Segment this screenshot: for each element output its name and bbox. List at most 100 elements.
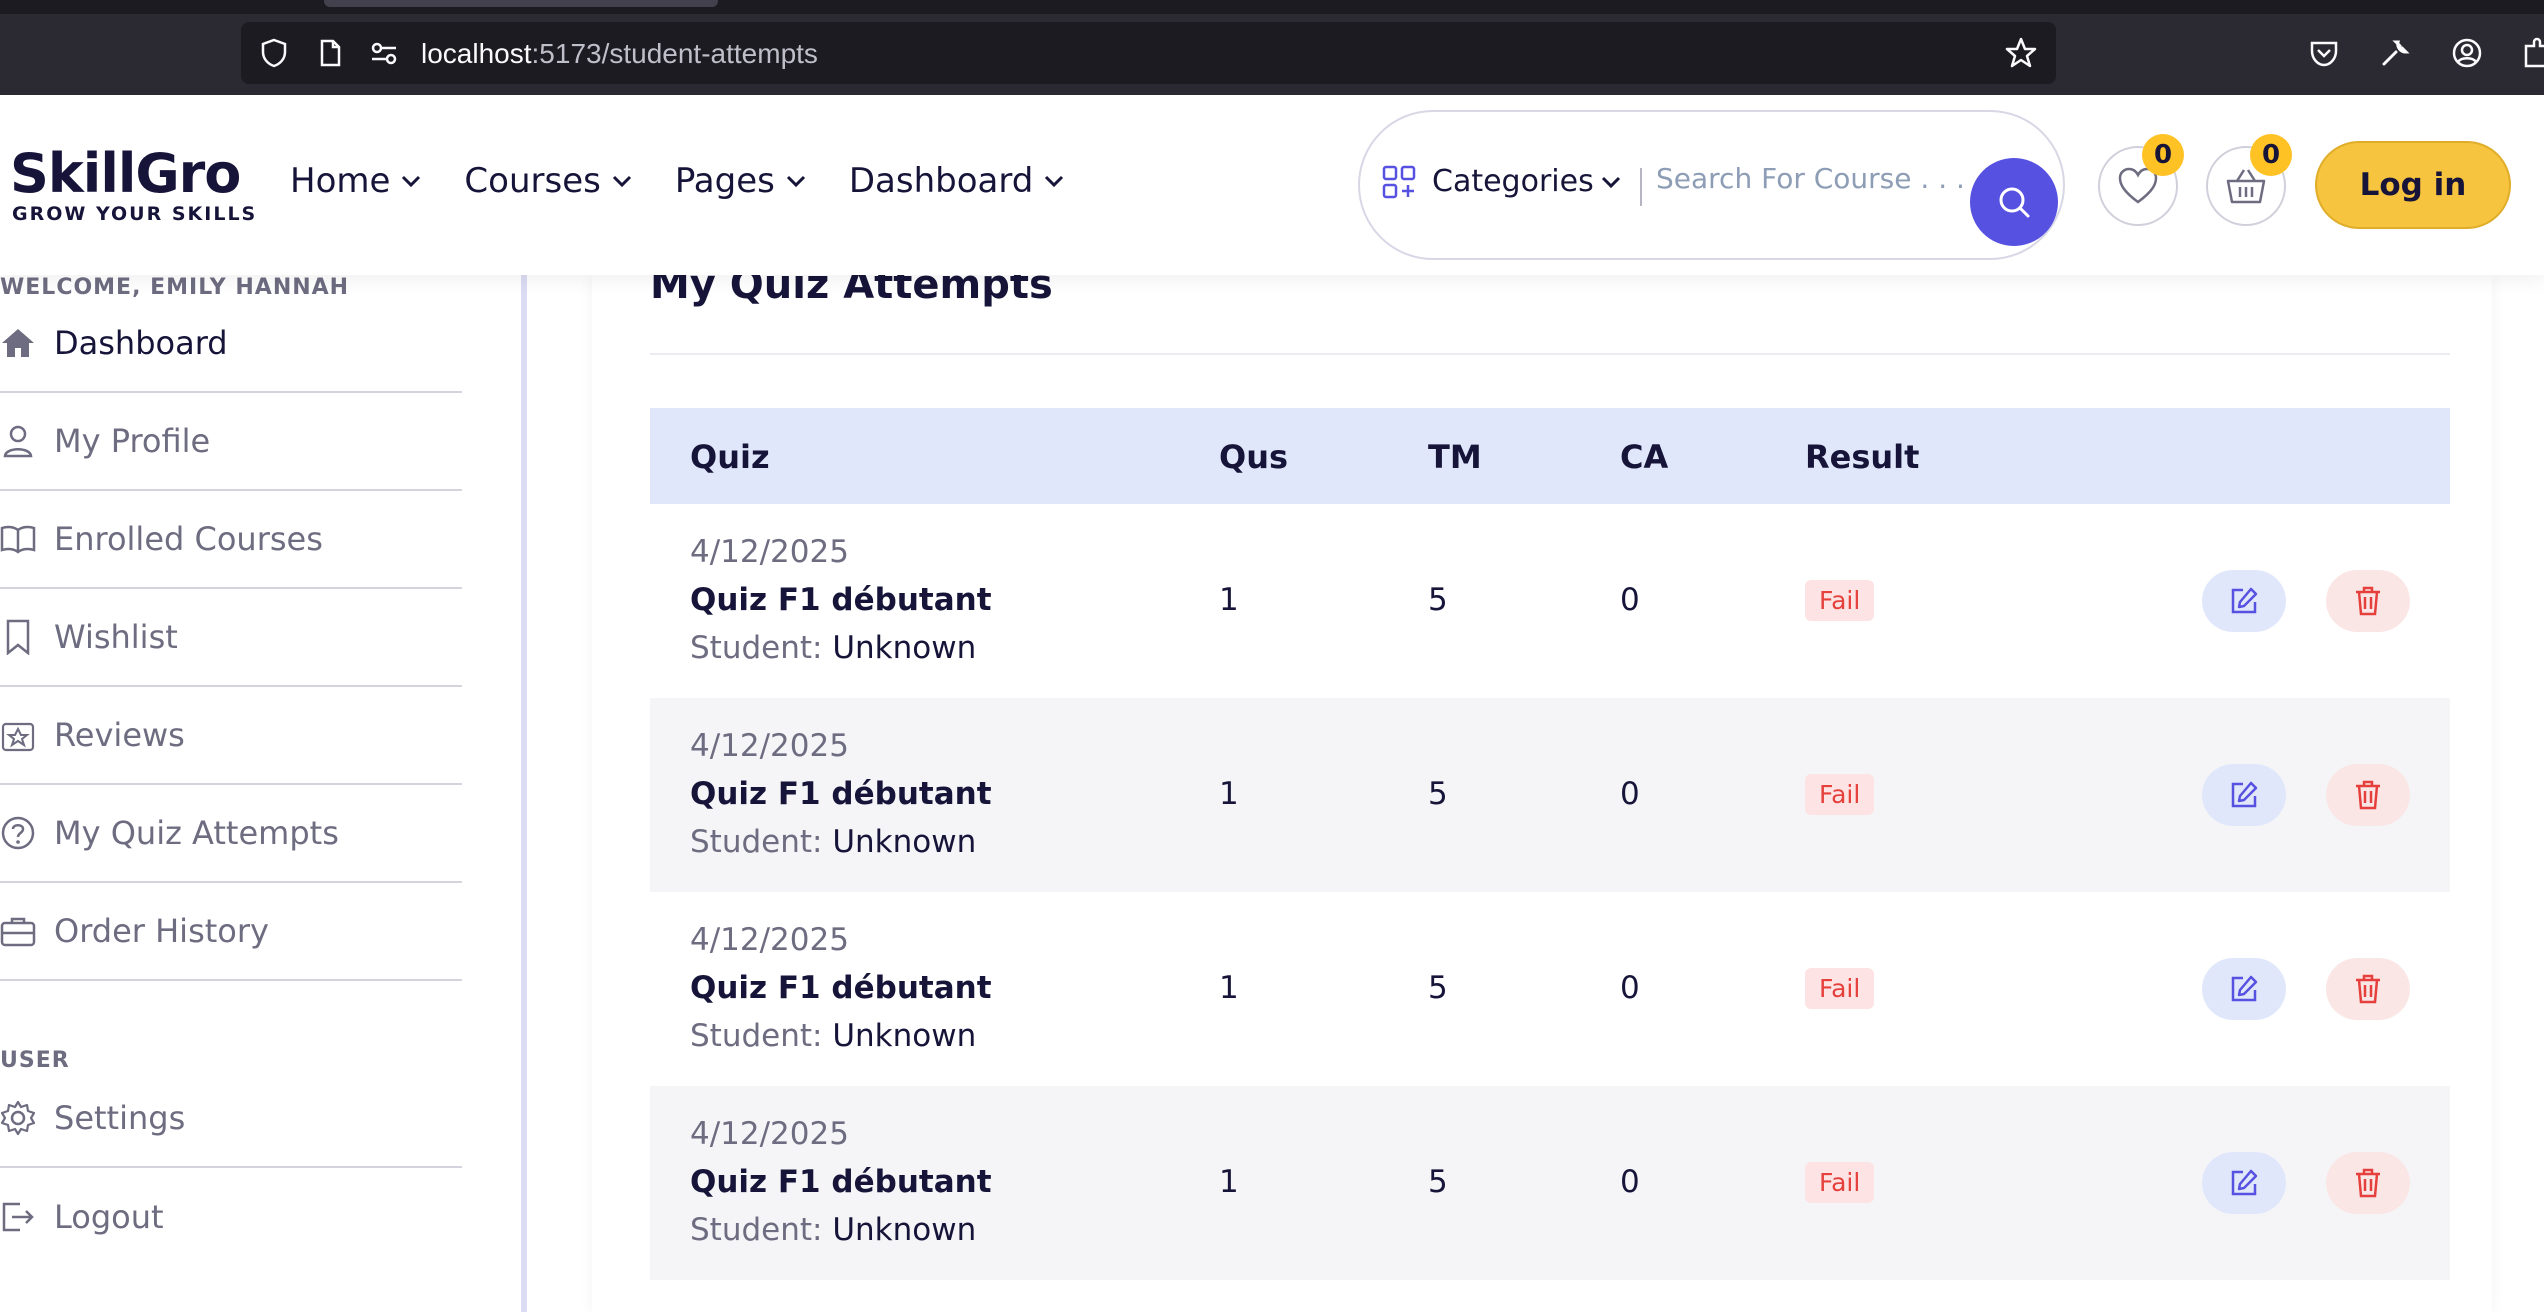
- nav-label: Dashboard: [848, 161, 1034, 201]
- edit-icon: [2231, 781, 2258, 808]
- nav-home[interactable]: Home: [290, 161, 422, 201]
- sidebar-item-wishlist[interactable]: Wishlist: [0, 589, 462, 687]
- column-header-tm: TM: [1428, 438, 1482, 476]
- trash-icon: [2356, 780, 2380, 810]
- url-host: localhost: [421, 38, 532, 69]
- delete-button[interactable]: [2326, 764, 2410, 826]
- sidebar-item-logout[interactable]: Logout: [0, 1168, 462, 1266]
- sidebar-item-label: Dashboard: [54, 324, 228, 362]
- edit-button[interactable]: [2202, 570, 2286, 632]
- login-button[interactable]: Log in: [2315, 141, 2511, 229]
- edit-button[interactable]: [2202, 764, 2286, 826]
- search-icon: [1999, 187, 2030, 218]
- student-line: Student: Unknown: [690, 824, 976, 860]
- quiz-name: Quiz F1 débutant: [690, 582, 992, 618]
- attempt-date: 4/12/2025: [690, 534, 849, 570]
- sidebar-item-order-history[interactable]: Order History: [0, 883, 462, 981]
- edit-icon: [2231, 1169, 2258, 1196]
- edit-icon: [2231, 587, 2258, 614]
- question-icon: [0, 815, 36, 851]
- edit-button[interactable]: [2202, 1152, 2286, 1214]
- nav-label: Home: [290, 161, 391, 201]
- student-label: Student:: [690, 824, 823, 860]
- logo-text: SkillGro: [10, 142, 241, 205]
- bookmark-star-icon[interactable]: [2004, 36, 2038, 70]
- site-logo[interactable]: SkillGro GROW YOUR SKILLS: [10, 142, 258, 226]
- sidebar-item-dashboard[interactable]: Dashboard: [0, 295, 462, 393]
- sidebar-item-reviews[interactable]: Reviews: [0, 687, 462, 785]
- cart-button[interactable]: 0: [2206, 134, 2292, 226]
- ca-value: 0: [1620, 1164, 1640, 1200]
- page-icon[interactable]: [314, 37, 346, 69]
- account-icon[interactable]: [2450, 36, 2484, 70]
- book-icon: [0, 521, 36, 557]
- delete-button[interactable]: [2326, 1152, 2410, 1214]
- site-permissions-icon[interactable]: [368, 37, 400, 69]
- sidebar-item-label: My Profile: [54, 422, 211, 460]
- ca-value: 0: [1620, 582, 1640, 618]
- url-text[interactable]: localhost:5173/student-attempts: [421, 37, 818, 71]
- student-line: Student: Unknown: [690, 1018, 976, 1054]
- search-button[interactable]: [1970, 158, 2058, 246]
- tm-value: 5: [1428, 582, 1448, 618]
- sidebar-divider: [521, 275, 527, 1312]
- attempt-date: 4/12/2025: [690, 1116, 849, 1152]
- main-nav: Home Courses Pages Dashboard: [290, 161, 1107, 201]
- result-badge: Fail: [1805, 968, 1875, 1009]
- search-input[interactable]: [1656, 158, 1986, 198]
- categories-dropdown[interactable]: Categories: [1382, 164, 1622, 199]
- gear-icon: [0, 1100, 36, 1136]
- logout-icon: [0, 1199, 36, 1235]
- bookmark-icon: [0, 619, 36, 655]
- column-header-quiz: Quiz: [690, 438, 770, 476]
- tm-value: 5: [1428, 970, 1448, 1006]
- column-header-qus: Qus: [1219, 438, 1289, 476]
- nav-label: Pages: [674, 161, 775, 201]
- qus-value: 1: [1219, 582, 1239, 618]
- wishlist-count-badge: 0: [2142, 134, 2184, 176]
- course-search: Categories: [1358, 110, 2065, 260]
- cart-count-badge: 0: [2250, 134, 2292, 176]
- home-icon: [0, 325, 36, 361]
- chevron-down-icon: [1045, 175, 1064, 188]
- sidebar-item-label: My Quiz Attempts: [54, 814, 339, 852]
- sidebar-item-my-profile[interactable]: My Profile: [0, 393, 462, 491]
- sidebar-item-label: Order History: [54, 912, 269, 950]
- chevron-down-icon: [786, 175, 805, 188]
- student-name: Unknown: [832, 630, 977, 666]
- wishlist-button[interactable]: 0: [2098, 134, 2184, 226]
- sidebar-item-label: Wishlist: [54, 618, 178, 656]
- sidebar-item-my-quiz-attempts[interactable]: My Quiz Attempts: [0, 785, 462, 883]
- categories-label: Categories: [1432, 164, 1594, 199]
- trash-icon: [2356, 586, 2380, 616]
- nav-dashboard[interactable]: Dashboard: [849, 161, 1065, 201]
- nav-pages[interactable]: Pages: [675, 161, 807, 201]
- pocket-icon[interactable]: [2307, 36, 2341, 70]
- ca-value: 0: [1620, 776, 1640, 812]
- dashboard-sidebar: WELCOME, EMILY HANNAH Dashboard My Profi…: [0, 275, 530, 1312]
- result-badge: Fail: [1805, 774, 1875, 815]
- delete-button[interactable]: [2326, 958, 2410, 1020]
- shield-icon[interactable]: [258, 37, 290, 69]
- student-label: Student:: [690, 1212, 823, 1248]
- sidebar-item-enrolled-courses[interactable]: Enrolled Courses: [0, 491, 462, 589]
- student-name: Unknown: [832, 1018, 977, 1054]
- edit-button[interactable]: [2202, 958, 2286, 1020]
- browser-toolbar: localhost:5173/student-attempts: [0, 0, 2544, 95]
- wrench-icon[interactable]: [2378, 36, 2412, 70]
- student-name: Unknown: [832, 1212, 977, 1248]
- logo-tagline: GROW YOUR SKILLS: [12, 203, 258, 225]
- url-path: :5173/student-attempts: [531, 38, 818, 69]
- nav-courses[interactable]: Courses: [464, 161, 632, 201]
- delete-button[interactable]: [2326, 570, 2410, 632]
- sidebar-item-settings[interactable]: Settings: [0, 1070, 462, 1168]
- sidebar-item-label: Settings: [54, 1099, 186, 1137]
- table-row: 4/12/2025 Quiz F1 débutant Student: Unkn…: [650, 892, 2450, 1086]
- column-header-ca: CA: [1620, 438, 1669, 476]
- browser-tab[interactable]: [324, 0, 718, 7]
- quiz-name: Quiz F1 débutant: [690, 970, 992, 1006]
- extensions-icon[interactable]: [2520, 36, 2544, 70]
- qus-value: 1: [1219, 776, 1239, 812]
- column-header-result: Result: [1805, 438, 1920, 476]
- title-divider: [650, 353, 2450, 355]
